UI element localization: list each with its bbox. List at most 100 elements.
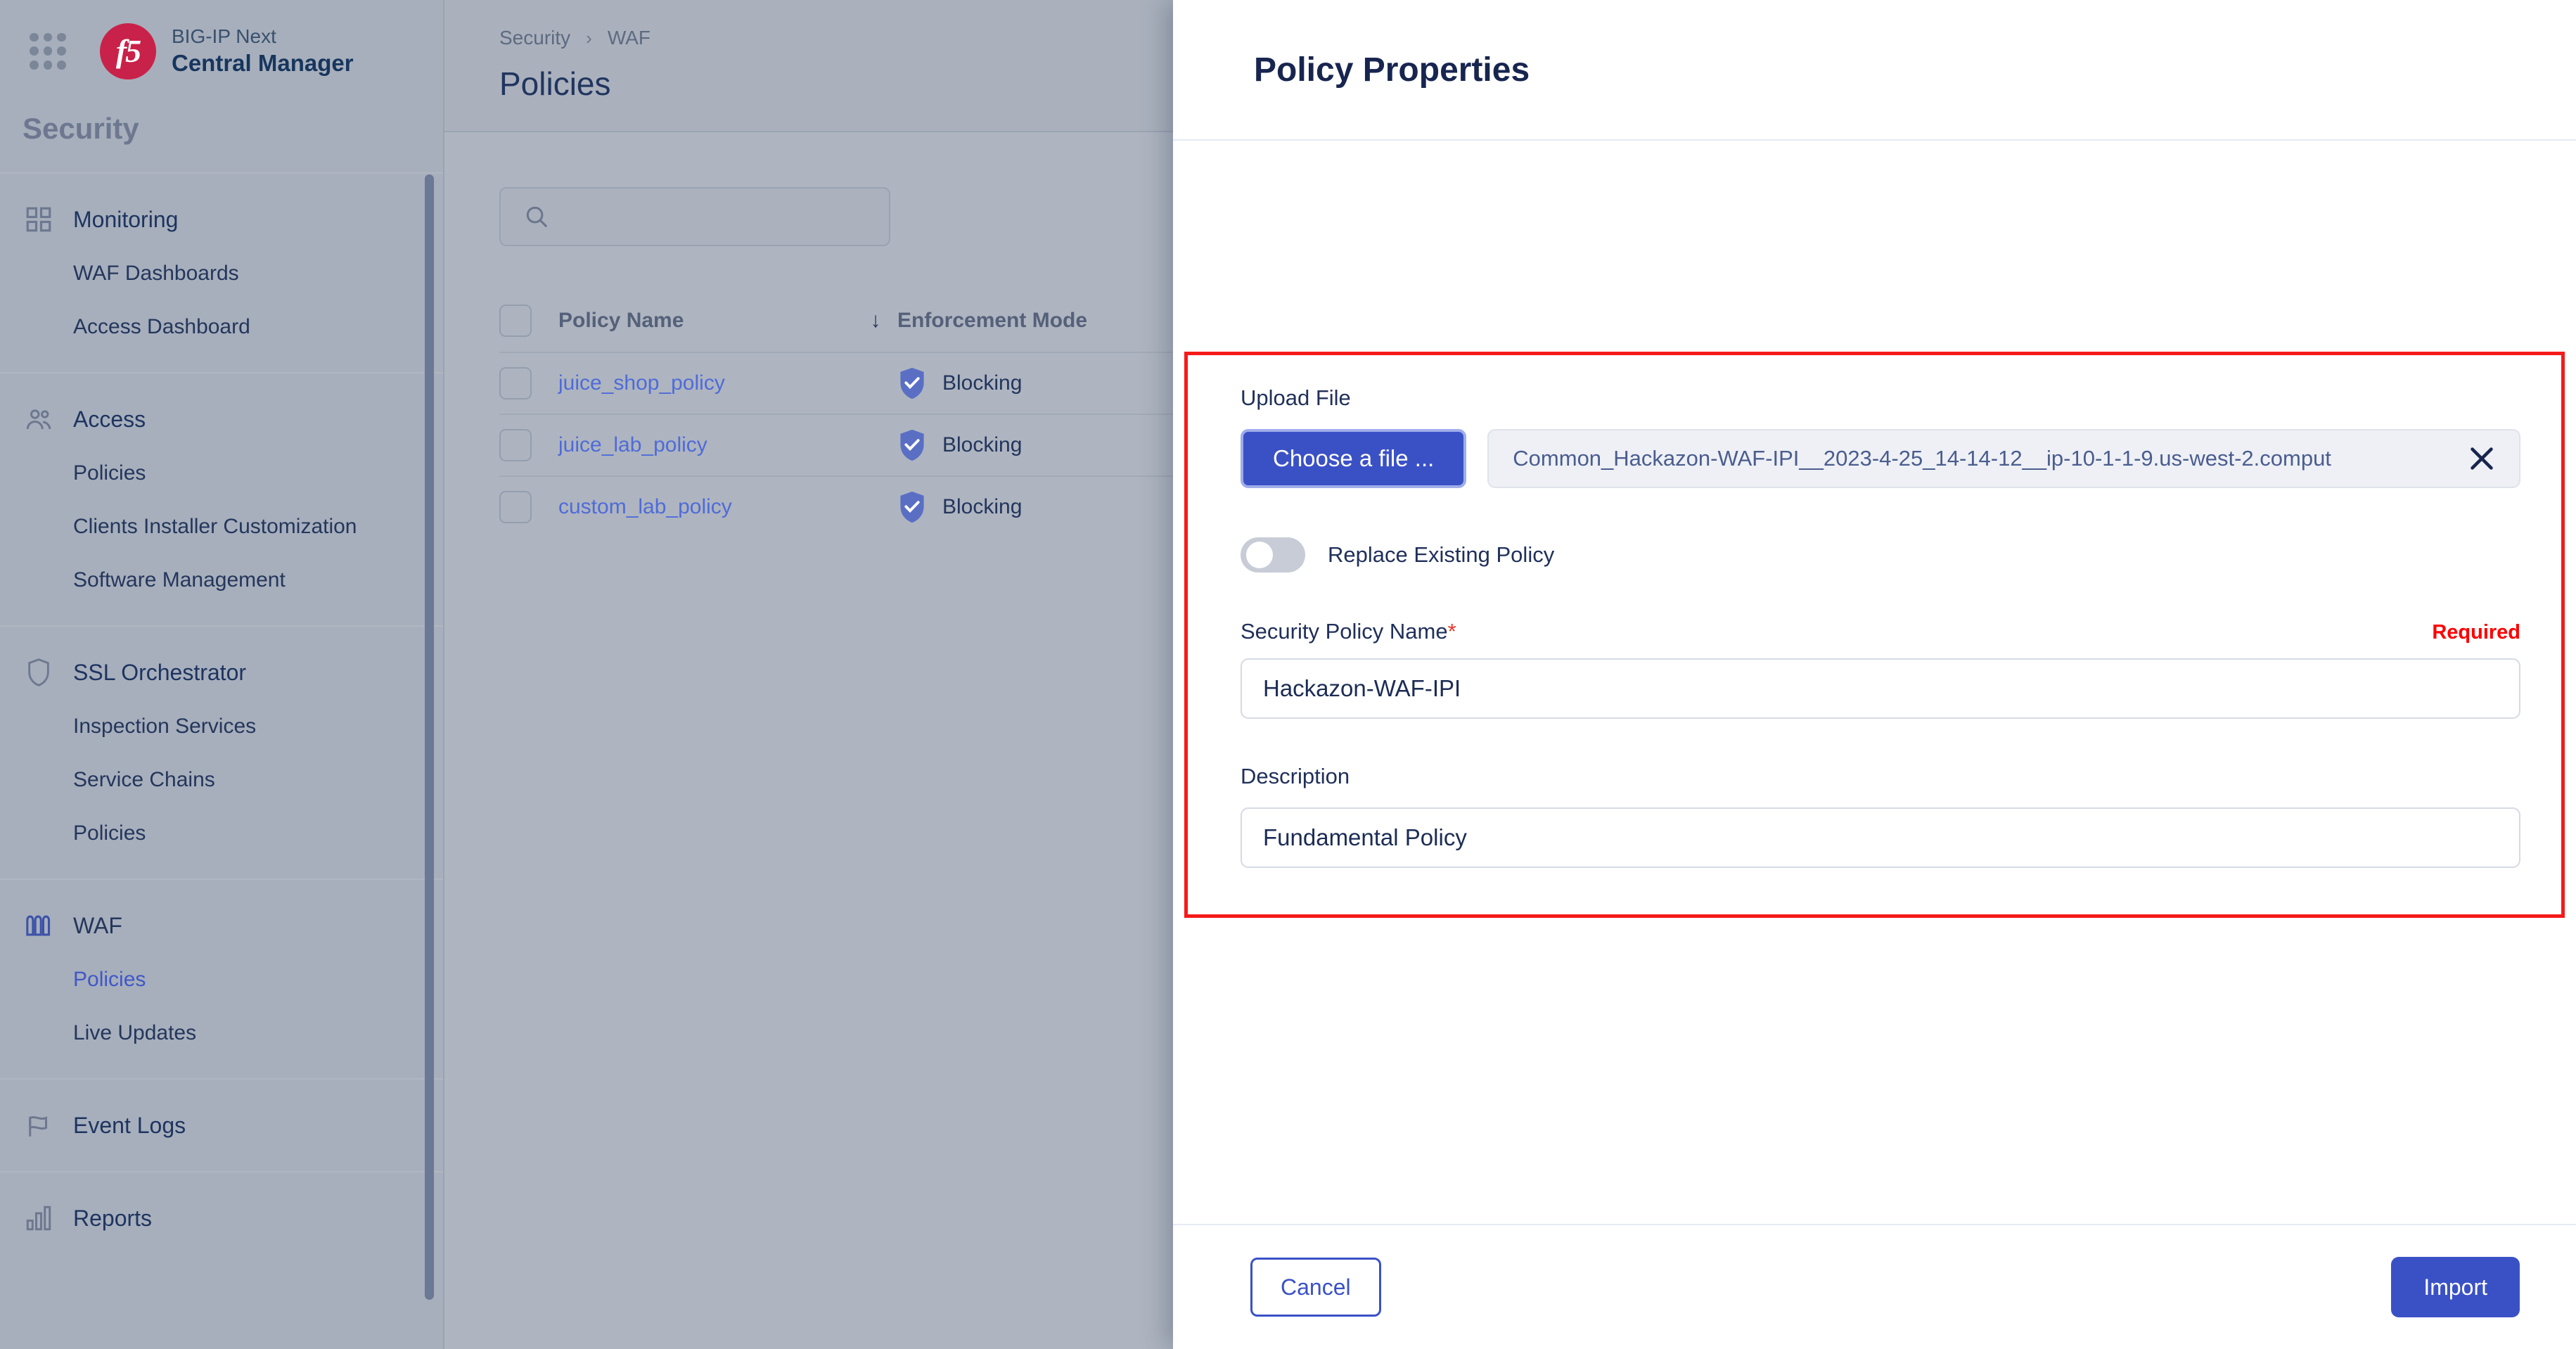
enforcement-mode-text: Blocking	[942, 495, 1023, 518]
sidebar-item-label: Event Logs	[73, 1112, 186, 1138]
sort-descending-icon[interactable]: ↓	[854, 309, 897, 333]
sidebar-item-waf-policies[interactable]: Policies	[0, 953, 443, 1006]
bar-chart-icon	[23, 1202, 55, 1234]
upload-file-label: Upload File	[1241, 385, 1351, 410]
enforcement-mode-cell: Blocking	[897, 428, 1022, 462]
modal-body: Upload File Choose a file ... Common_Hac…	[1173, 141, 2576, 1224]
sidebar-scrollbar[interactable]	[425, 174, 434, 1300]
close-x-icon[interactable]	[2466, 442, 2498, 475]
enforcement-mode-cell: Blocking	[897, 366, 1022, 400]
policy-name-link[interactable]: custom_lab_policy	[558, 495, 854, 519]
sidebar-item-sslo-policies[interactable]: Policies	[0, 807, 443, 860]
breadcrumb-item-security[interactable]: Security	[499, 27, 570, 49]
security-policy-name-text: Security Policy Name	[1241, 619, 1448, 644]
sidebar-item-label: Monitoring	[73, 206, 179, 232]
selected-file-name: Common_Hackazon-WAF-IPI__2023-4-25_14-14…	[1513, 446, 2331, 471]
selected-file-field: Common_Hackazon-WAF-IPI__2023-4-25_14-14…	[1487, 429, 2520, 488]
f5-logo-icon: f5	[100, 23, 156, 79]
modal-title: Policy Properties	[1254, 51, 1530, 89]
sidebar-subitem-label: Policies	[73, 461, 146, 485]
sidebar-group-monitoring: Monitoring WAF Dashboards Access Dashboa…	[0, 172, 443, 372]
breadcrumb-item-waf[interactable]: WAF	[608, 27, 651, 49]
sidebar-item-access-policies[interactable]: Policies	[0, 447, 443, 500]
cancel-button[interactable]: Cancel	[1250, 1258, 1381, 1317]
replace-existing-policy-row: Replace Existing Policy	[1241, 537, 2520, 573]
shield-check-icon	[897, 366, 927, 400]
sidebar-item-inspection-services[interactable]: Inspection Services	[0, 700, 443, 753]
sidebar: f5 BIG-IP Next Central Manager Security	[0, 0, 444, 1349]
flag-icon	[23, 1109, 55, 1142]
sidebar-header: f5 BIG-IP Next Central Manager	[0, 0, 443, 102]
shield-check-icon	[897, 490, 927, 524]
enforcement-mode-text: Blocking	[942, 371, 1023, 395]
policy-name-label-row: Security Policy Name* Required	[1241, 619, 2520, 644]
sidebar-item-label: Reports	[73, 1205, 153, 1231]
row-checkbox[interactable]	[499, 491, 532, 523]
policy-name-link[interactable]: juice_lab_policy	[558, 433, 854, 457]
sidebar-subitem-label: Policies	[73, 968, 146, 991]
security-policy-name-input[interactable]	[1241, 658, 2520, 719]
sidebar-item-monitoring[interactable]: Monitoring	[0, 192, 443, 247]
chevron-right-icon: ›	[586, 27, 592, 49]
shield-check-icon	[897, 428, 927, 462]
sidebar-item-label: Access	[73, 406, 146, 432]
sidebar-group-reports: Reports	[0, 1171, 443, 1264]
row-checkbox[interactable]	[499, 367, 532, 399]
sidebar-item-event-logs[interactable]: Event Logs	[0, 1098, 443, 1153]
toggle-knob	[1246, 542, 1273, 568]
sidebar-item-service-chains[interactable]: Service Chains	[0, 753, 443, 807]
product-name: Central Manager	[172, 50, 354, 77]
sidebar-subitem-label: WAF Dashboards	[73, 262, 239, 285]
choose-file-button[interactable]: Choose a file ...	[1241, 429, 1467, 488]
required-asterisk: *	[1447, 619, 1456, 644]
sidebar-item-waf[interactable]: WAF	[0, 898, 443, 953]
search-icon	[523, 203, 550, 230]
replace-existing-policy-label: Replace Existing Policy	[1328, 542, 1555, 567]
sidebar-item-access[interactable]: Access	[0, 392, 443, 447]
sidebar-item-software-management[interactable]: Software Management	[0, 554, 443, 607]
sidebar-item-label: SSL Orchestrator	[73, 659, 247, 685]
sidebar-group-access: Access Policies Clients Installer Custom…	[0, 372, 443, 625]
modal-footer: Cancel Import	[1173, 1224, 2576, 1349]
dashboard-grid-icon	[23, 203, 55, 236]
sidebar-item-clients-installer-customization[interactable]: Clients Installer Customization	[0, 500, 443, 554]
row-checkbox[interactable]	[499, 429, 532, 461]
sidebar-group-ssl-orchestrator: SSL Orchestrator Inspection Services Ser…	[0, 625, 443, 878]
sidebar-group-event-logs: Event Logs	[0, 1078, 443, 1171]
users-icon	[23, 403, 55, 435]
import-button[interactable]: Import	[2391, 1257, 2520, 1317]
shield-icon	[23, 656, 55, 689]
sidebar-item-waf-dashboards[interactable]: WAF Dashboards	[0, 247, 443, 300]
sidebar-subitem-label: Policies	[73, 821, 146, 845]
sidebar-item-ssl-orchestrator[interactable]: SSL Orchestrator	[0, 645, 443, 700]
sidebar-group-waf: WAF Policies Live Updates	[0, 878, 443, 1078]
column-header-enforcement-mode[interactable]: Enforcement Mode	[897, 309, 1087, 333]
description-block: Description	[1241, 764, 2520, 868]
product-line: BIG-IP Next	[172, 25, 276, 48]
search-input[interactable]	[499, 187, 890, 246]
sidebar-item-access-dashboard[interactable]: Access Dashboard	[0, 300, 443, 354]
modal-header: Policy Properties	[1173, 0, 2576, 141]
policy-name-link[interactable]: juice_shop_policy	[558, 371, 854, 395]
sidebar-subitem-label: Inspection Services	[73, 715, 257, 738]
sidebar-item-live-updates[interactable]: Live Updates	[0, 1006, 443, 1060]
enforcement-mode-text: Blocking	[942, 433, 1023, 456]
sidebar-item-reports[interactable]: Reports	[0, 1191, 443, 1246]
waf-bars-icon	[23, 909, 55, 942]
sidebar-item-label: WAF	[73, 912, 122, 938]
sidebar-title: Security	[23, 112, 139, 145]
required-validation-text: Required	[2432, 621, 2520, 644]
enforcement-mode-cell: Blocking	[897, 490, 1022, 524]
select-all-checkbox[interactable]	[499, 305, 532, 337]
apps-grid-icon[interactable]	[30, 32, 66, 70]
column-header-policy-name[interactable]: Policy Name	[558, 309, 854, 333]
sidebar-subitem-label: Access Dashboard	[73, 315, 250, 338]
policy-properties-modal: Policy Properties Upload File Choose a f…	[1173, 0, 2576, 1349]
f5-logo-text: f5	[115, 33, 141, 69]
replace-existing-policy-toggle[interactable]	[1241, 537, 1305, 573]
sidebar-subitem-label: Live Updates	[73, 1021, 197, 1044]
upload-file-row: Choose a file ... Common_Hackazon-WAF-IP…	[1241, 429, 2520, 488]
description-input[interactable]	[1241, 807, 2520, 868]
security-policy-name-label: Security Policy Name*	[1241, 619, 1456, 644]
sidebar-subitem-label: Service Chains	[73, 768, 215, 791]
